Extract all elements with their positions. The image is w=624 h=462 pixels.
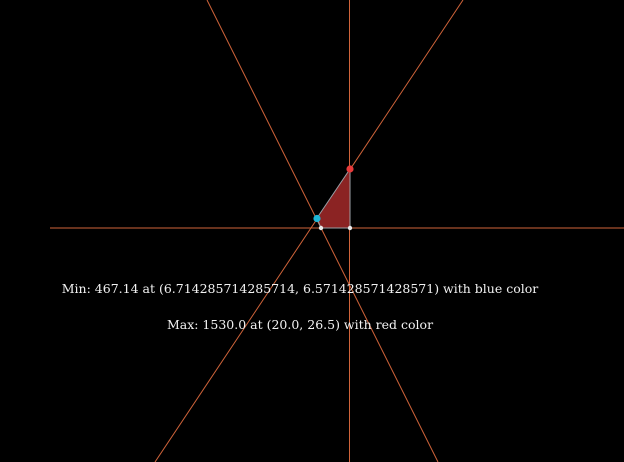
vertex-point (347, 225, 353, 231)
constraint-line-descending (206, 0, 439, 462)
plot-canvas (50, 0, 624, 462)
feasible-region (316, 167, 351, 229)
vertex-point (318, 225, 324, 231)
min-point-marker (313, 214, 321, 223)
min-result-text: Min: 467.14 at (6.714285714285714, 6.571… (61, 281, 539, 296)
max-result-text: Max: 1530.0 at (20.0, 26.5) with red col… (166, 317, 434, 332)
constraint-line-ascending (154, 0, 464, 462)
max-point-marker (346, 165, 354, 173)
